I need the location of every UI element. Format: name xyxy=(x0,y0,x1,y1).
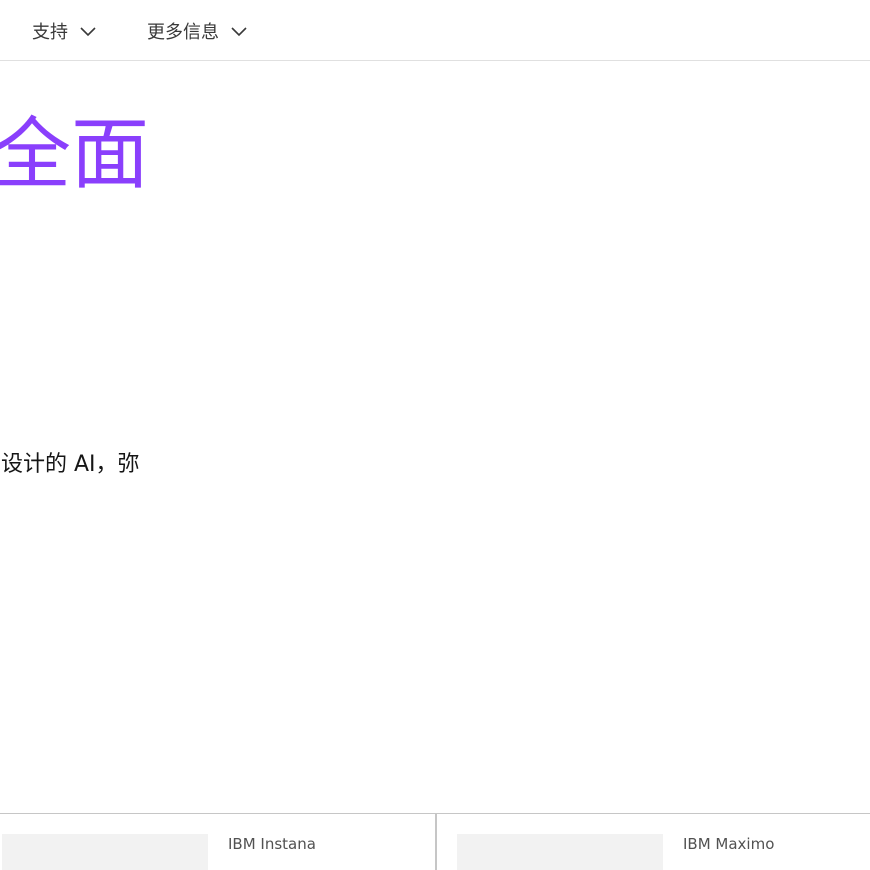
top-navigation: 支持 更多信息 xyxy=(0,0,870,61)
nav-item-label: 支持 xyxy=(32,21,68,43)
card-thumbnail[interactable] xyxy=(2,834,208,870)
nav-item-more-info[interactable]: 更多信息 xyxy=(147,0,247,61)
chevron-down-icon xyxy=(80,26,96,36)
card-eyebrow: IBM Instana xyxy=(228,835,316,853)
chevron-down-icon xyxy=(231,26,247,36)
nav-item-support[interactable]: 支持 xyxy=(32,0,96,61)
card-eyebrow: IBM Maximo xyxy=(683,835,775,853)
hero-description: 设计的 AI，弥 xyxy=(1,452,140,477)
card-divider xyxy=(435,814,437,870)
nav-item-label: 更多信息 xyxy=(147,21,219,43)
hero-title: 全面 xyxy=(0,110,150,200)
card-thumbnail[interactable] xyxy=(457,834,663,870)
product-cards: IBM Instana IBM Maximo xyxy=(0,813,870,870)
